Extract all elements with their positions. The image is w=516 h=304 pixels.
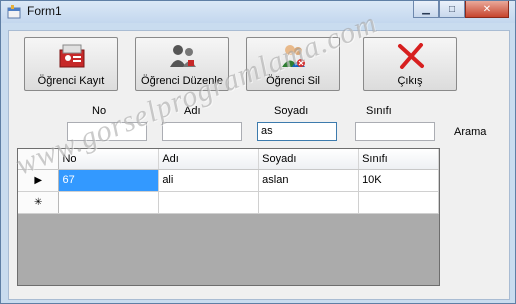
new-row-cell-adi[interactable] xyxy=(158,191,260,214)
no-search-input[interactable] xyxy=(67,122,147,141)
maximize-icon: □ xyxy=(448,3,456,15)
no-label: No xyxy=(92,105,107,117)
ogrenci-kayit-button[interactable]: Öğrenci Kayıt xyxy=(24,37,118,91)
users-edit-icon xyxy=(170,45,196,67)
grid-cell-no[interactable]: 67 xyxy=(58,169,160,192)
grid-header-row: No Adı Soyadı Sınıfı xyxy=(18,149,439,170)
students-datagrid[interactable]: No Adı Soyadı Sınıfı ▶ 67 ali aslan 10K … xyxy=(17,148,440,286)
maximize-button[interactable]: □ xyxy=(439,1,465,18)
new-row-cell-sinifi[interactable] xyxy=(358,191,439,214)
exit-x-icon xyxy=(398,43,424,69)
sinifi-label: Sınıfı xyxy=(366,105,392,117)
ogrenci-duzenle-label: Öğrenci Düzenle xyxy=(141,75,223,87)
adi-label: Adı xyxy=(184,105,201,117)
ogrenci-kayit-label: Öğrenci Kayıt xyxy=(37,75,105,87)
grid-cell-sinifi[interactable]: 10K xyxy=(358,169,439,192)
table-row[interactable]: ▶ 67 ali aslan 10K xyxy=(18,169,439,192)
minimize-button[interactable]: ▁ xyxy=(413,1,439,18)
adi-search-input[interactable] xyxy=(162,122,242,141)
close-icon: ✕ xyxy=(482,3,492,15)
close-button[interactable]: ✕ xyxy=(465,1,509,18)
arama-label: Arama xyxy=(454,126,487,138)
users-delete-icon xyxy=(282,45,305,67)
sinifi-search-input[interactable] xyxy=(355,122,435,141)
column-header-no[interactable]: No xyxy=(58,149,160,170)
window-title: Form1 xyxy=(27,4,62,18)
ogrenci-sil-label: Öğrenci Sil xyxy=(266,75,320,87)
new-row-cell-soyadi[interactable] xyxy=(258,191,360,214)
new-row-asterisk-icon[interactable]: ✳ xyxy=(18,191,60,214)
soyadi-label: Soyadı xyxy=(274,105,309,117)
ogrenci-duzenle-button[interactable]: Öğrenci Düzenle xyxy=(135,37,229,91)
cikis-button[interactable]: Çıkış xyxy=(363,37,457,91)
grid-cell-adi[interactable]: ali xyxy=(158,169,260,192)
new-row[interactable]: ✳ xyxy=(18,191,439,214)
form-client-area: Öğrenci Kayıt Öğrenci Düzenle Öğrenci Si… xyxy=(8,30,510,300)
new-row-cell-no[interactable] xyxy=(58,191,160,214)
current-row-indicator-icon[interactable]: ▶ xyxy=(18,169,60,192)
form-app-icon xyxy=(7,5,21,19)
grid-cell-soyadi[interactable]: aslan xyxy=(258,169,360,192)
students-table: No Adı Soyadı Sınıfı ▶ 67 ali aslan 10K … xyxy=(18,149,439,214)
caption-buttons: ▁ □ ✕ xyxy=(413,1,509,19)
title-bar[interactable]: Form1 ▁ □ ✕ xyxy=(1,1,515,23)
grid-corner-header[interactable] xyxy=(18,149,60,170)
form-window: Form1 ▁ □ ✕ Öğrenci Kayıt Öğrenci Düzenl… xyxy=(0,0,516,304)
column-header-soyadi[interactable]: Soyadı xyxy=(258,149,360,170)
cikis-label: Çıkış xyxy=(397,75,423,87)
minimize-icon: ▁ xyxy=(422,3,430,15)
column-header-sinifi[interactable]: Sınıfı xyxy=(358,149,439,170)
column-header-adi[interactable]: Adı xyxy=(158,149,260,170)
student-register-icon xyxy=(59,44,85,68)
soyadi-search-input[interactable]: as xyxy=(257,122,337,141)
ogrenci-sil-button[interactable]: Öğrenci Sil xyxy=(246,37,340,91)
